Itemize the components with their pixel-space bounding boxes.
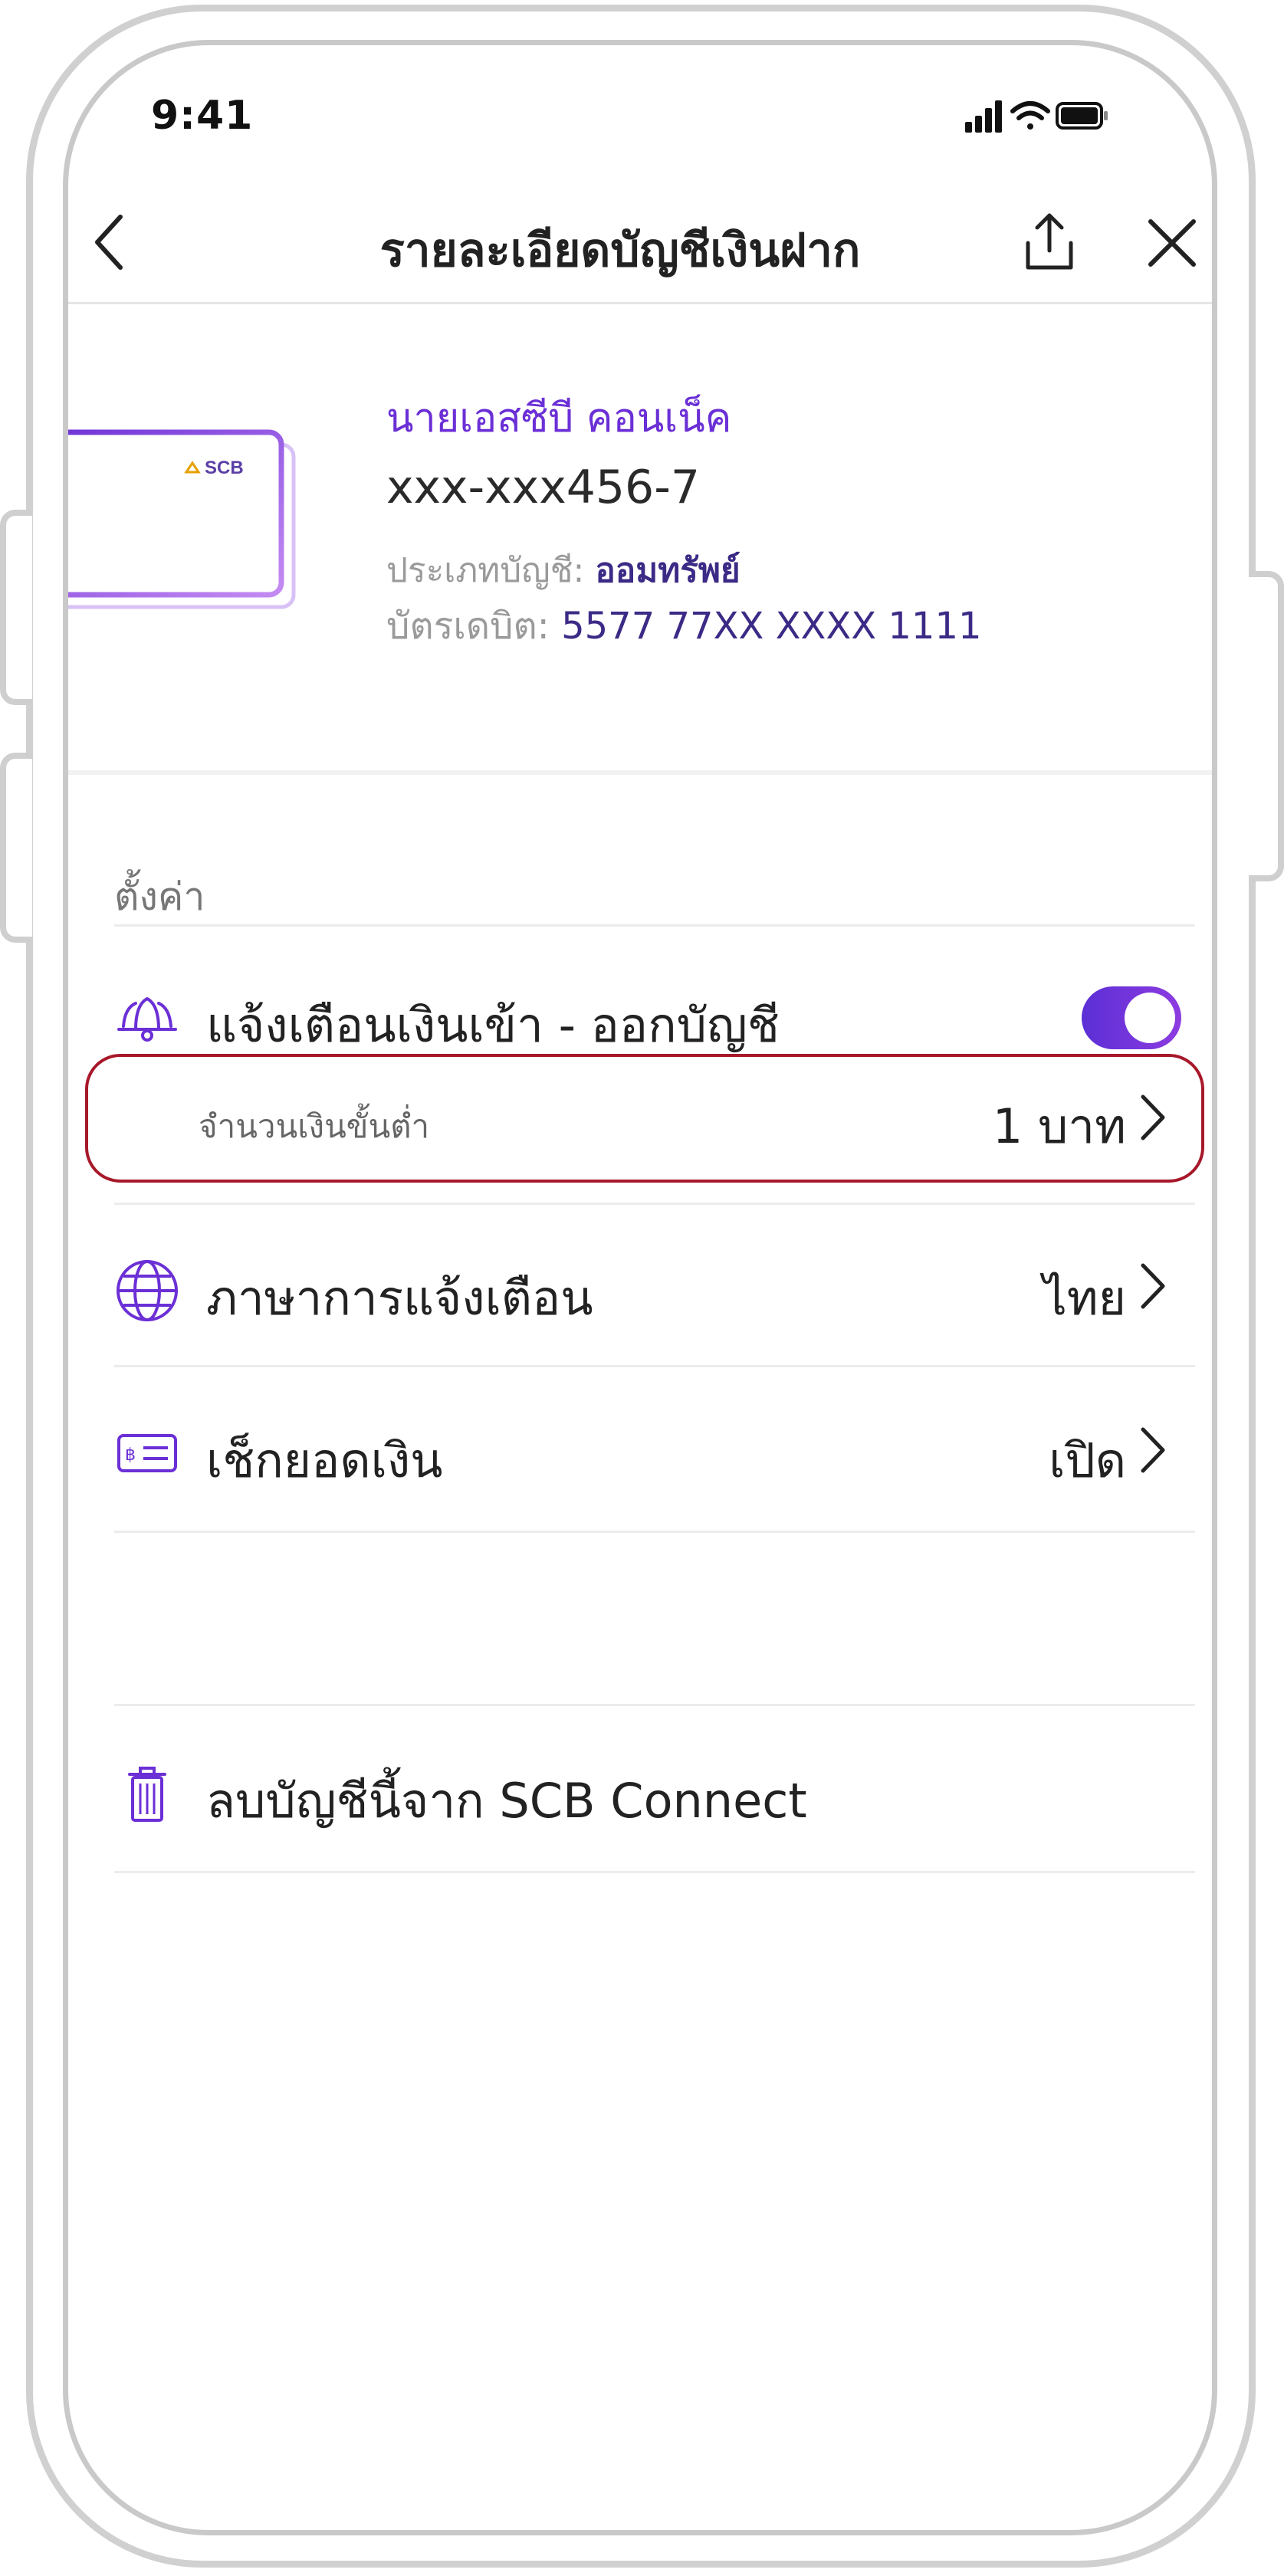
account-holder-name: นายเอสซีบี คอนเน็ค <box>386 395 732 441</box>
settings-section-label: ตั้งค่า <box>114 875 205 919</box>
signal-icon <box>965 100 1002 133</box>
divider <box>114 1871 1195 1873</box>
header-divider <box>68 302 1212 304</box>
svg-text:฿: ฿ <box>125 1446 136 1465</box>
debit-card-label: บัตรเดบิต: <box>386 605 550 648</box>
remove-account-button[interactable]: ลบบัญชีนี้จาก SCB Connect <box>206 1764 807 1839</box>
notification-toggle-label: แจ้งเตือนเงินเข้า - ออกบัญชี <box>206 997 780 1053</box>
status-icons <box>965 100 1108 133</box>
account-type-label: ประเภทบัญชี: <box>386 551 585 590</box>
divider <box>114 1704 1195 1706</box>
balance-check-label: เช็กยอดเงิน <box>206 1432 443 1488</box>
debit-card-image: SCB <box>68 429 296 609</box>
account-type: ประเภทบัญชี: ออมทรัพย์ <box>386 543 741 597</box>
side-button-volume-up <box>0 510 32 705</box>
divider <box>114 924 1195 927</box>
divider <box>114 1365 1195 1367</box>
minimum-amount-label: จำนวนเงินขั้นต่ำ <box>199 1108 430 1145</box>
language-label: ภาษาการแจ้งเตือน <box>206 1270 593 1326</box>
phone-screen: 9:41 รายละเอียดบัญชีเงินฝาก SCB นายเอสซี… <box>63 40 1217 2535</box>
side-button-volume-down <box>0 753 32 943</box>
share-icon[interactable] <box>1019 206 1080 275</box>
section-divider <box>68 770 1212 775</box>
page-title: รายละเอียดบัญชีเงินฝาก <box>379 224 861 277</box>
divider <box>114 1203 1195 1205</box>
toggle-knob <box>1125 993 1175 1043</box>
chevron-right-icon[interactable] <box>1134 1423 1172 1477</box>
battery-icon <box>1056 102 1108 130</box>
minimum-amount-value: 1 บาท <box>992 1098 1126 1154</box>
bell-icon <box>117 997 177 1042</box>
wifi-icon <box>1010 101 1050 130</box>
divider <box>114 1531 1195 1533</box>
language-value: ไทย <box>1043 1270 1126 1326</box>
account-number: xxx-xxx456-7 <box>386 461 701 514</box>
debit-card-number: บัตรเดบิต: 5577 77XX XXXX 1111 <box>386 597 982 655</box>
card-brand: SCB <box>205 458 244 478</box>
balance-card-icon: ฿ <box>117 1434 177 1472</box>
debit-card-value: 5577 77XX XXXX 1111 <box>561 605 982 648</box>
side-button-power <box>1249 571 1284 881</box>
back-chevron-icon[interactable] <box>84 208 137 277</box>
account-type-value: ออมทรัพย์ <box>595 551 741 590</box>
chevron-right-icon[interactable] <box>1134 1091 1172 1144</box>
trash-icon <box>128 1767 166 1822</box>
globe-icon <box>117 1260 178 1321</box>
status-time: 9:41 <box>151 93 254 139</box>
balance-check-value: เปิด <box>1049 1432 1126 1488</box>
notification-toggle[interactable] <box>1082 986 1181 1049</box>
close-icon[interactable] <box>1141 212 1203 274</box>
chevron-right-icon[interactable] <box>1134 1259 1172 1313</box>
